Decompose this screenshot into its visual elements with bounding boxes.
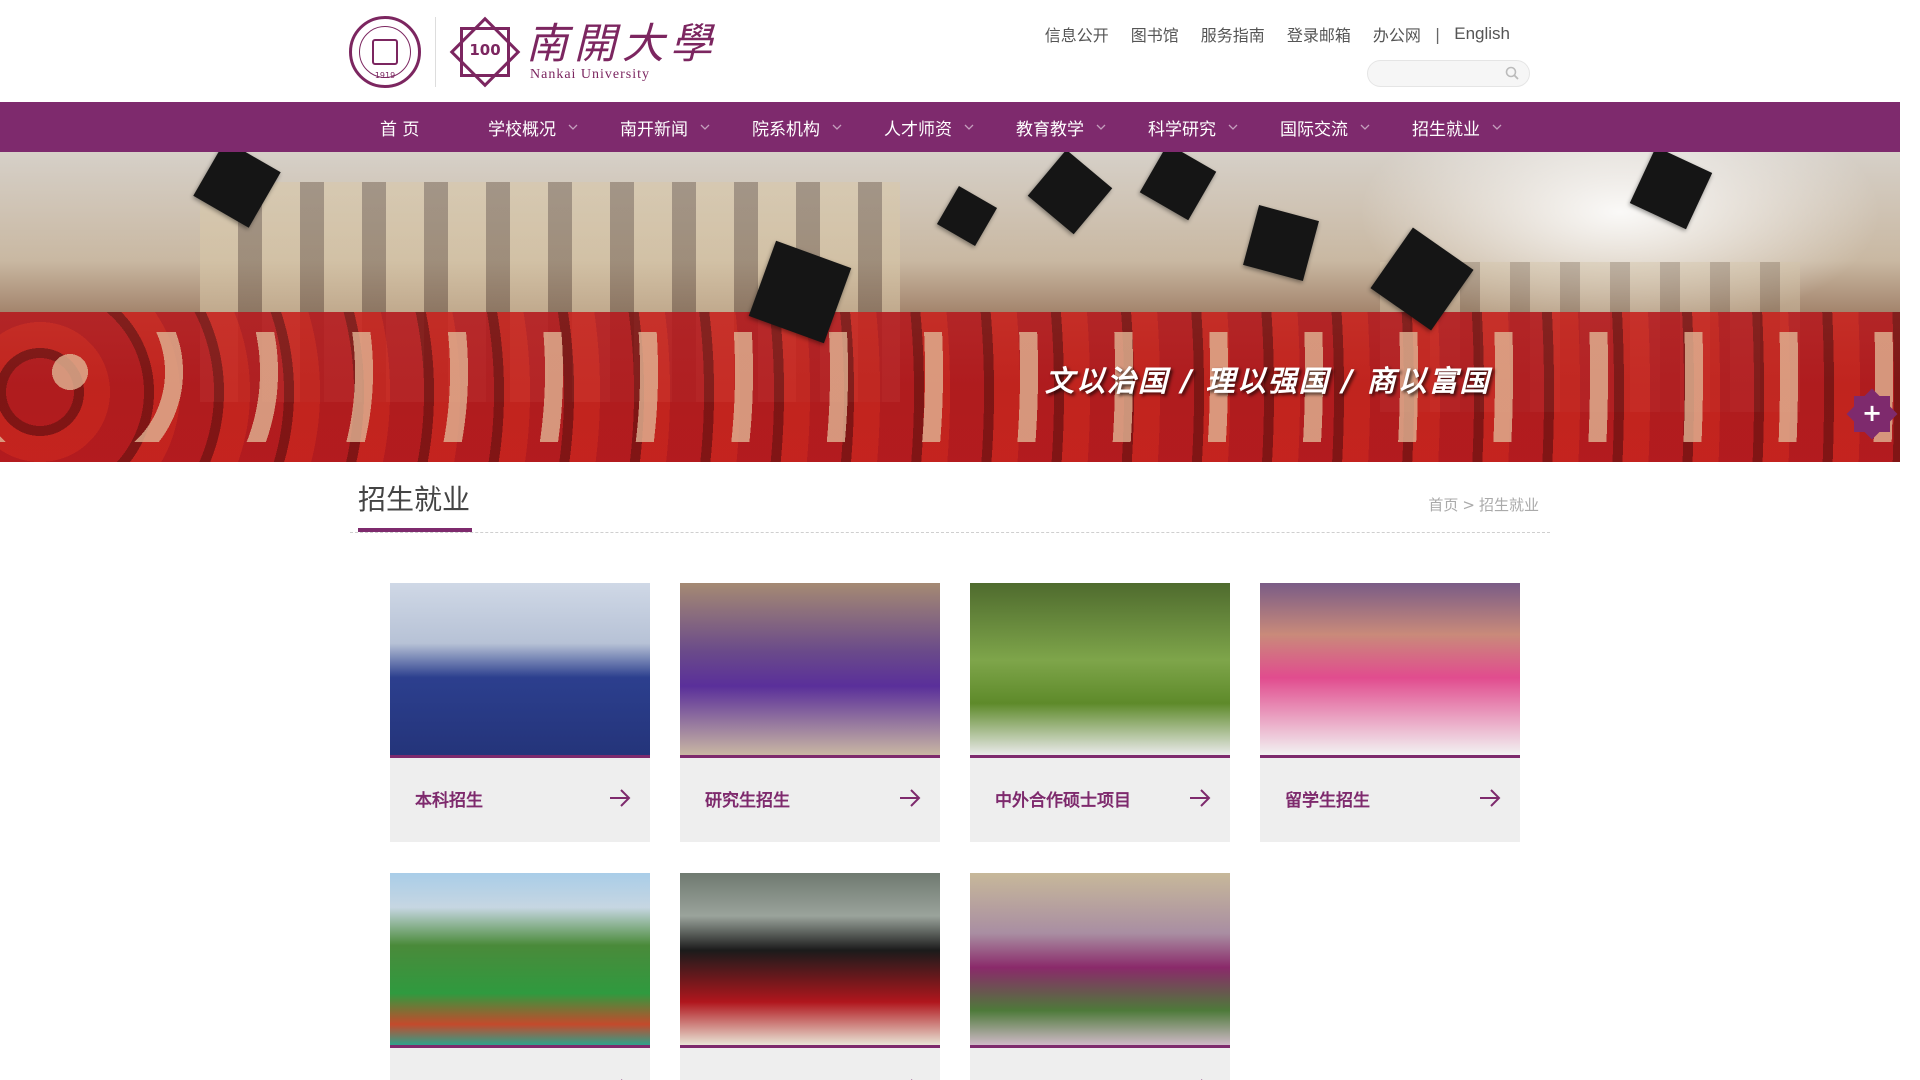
card-photo bbox=[680, 873, 940, 1045]
nav-item-label: 学校概况 bbox=[488, 119, 556, 140]
card-international-students[interactable]: 留学生招生 bbox=[1260, 583, 1520, 842]
card-photo bbox=[680, 583, 940, 755]
breadcrumb-home[interactable]: 首页 bbox=[1428, 496, 1458, 514]
card-photo bbox=[970, 873, 1230, 1045]
card-caption: 远程教育 bbox=[390, 1048, 650, 1080]
card-label: 留学生招生 bbox=[1285, 791, 1370, 811]
nav-item-label: 南开新闻 bbox=[620, 119, 688, 140]
arrow-right-icon[interactable] bbox=[898, 788, 922, 808]
card-photo bbox=[390, 873, 650, 1045]
nav-item-1[interactable]: 学校概况 bbox=[488, 102, 620, 152]
nav-item-label: 院系机构 bbox=[752, 119, 820, 140]
chevron-down-icon bbox=[1096, 124, 1106, 130]
card-continuing-education[interactable]: 继续教育 bbox=[680, 873, 940, 1080]
card-caption: 研究生招生 bbox=[680, 758, 940, 842]
top-links: 信息公开 图书馆 服务指南 登录邮箱 办公网 | English bbox=[1023, 22, 1510, 46]
plus-icon: + bbox=[1861, 399, 1883, 427]
link-email-login[interactable]: 登录邮箱 bbox=[1287, 22, 1351, 46]
site-header: 1919 100 南開大學 Nankai University 信息公开 图书馆… bbox=[0, 0, 1900, 102]
card-undergraduate[interactable]: 本科招生 bbox=[390, 583, 650, 842]
card-employment-info[interactable]: 南开就业信息网 bbox=[970, 873, 1230, 1080]
page-title: 招生就业 bbox=[358, 483, 471, 516]
chevron-down-icon bbox=[964, 124, 974, 130]
nav-item-label: 人才师资 bbox=[884, 119, 952, 140]
banner-slogan: 文以治国 / 理以强国 / 商以富国 bbox=[1045, 364, 1491, 398]
logo-chinese-name: 南開大學 bbox=[526, 19, 719, 68]
card-photo bbox=[1260, 583, 1520, 755]
card-label: 研究生招生 bbox=[705, 791, 790, 811]
arrow-right-icon[interactable] bbox=[1188, 788, 1212, 808]
link-info-disclosure[interactable]: 信息公开 bbox=[1045, 22, 1109, 46]
nav-item-3[interactable]: 院系机构 bbox=[752, 102, 884, 152]
nav-item-7[interactable]: 国际交流 bbox=[1280, 102, 1412, 152]
search-box bbox=[1367, 60, 1530, 87]
card-sino-foreign-master[interactable]: 中外合作硕士项目 bbox=[970, 583, 1230, 842]
card-caption: 南开就业信息网 bbox=[970, 1048, 1230, 1080]
nav-item-label: 招生就业 bbox=[1412, 119, 1480, 140]
graduation-cap-icon bbox=[1139, 152, 1217, 221]
card-distance-education[interactable]: 远程教育 bbox=[390, 873, 650, 1080]
nav-item-0[interactable]: 首 页 bbox=[380, 102, 488, 152]
chevron-down-icon bbox=[832, 124, 842, 130]
graduation-cap-icon bbox=[1629, 152, 1713, 230]
nav-item-6[interactable]: 科学研究 bbox=[1148, 102, 1280, 152]
link-english[interactable]: English bbox=[1454, 24, 1510, 44]
card-label: 远程教育 bbox=[415, 1076, 483, 1080]
links-separator: | bbox=[1434, 24, 1441, 44]
logo-divider bbox=[435, 17, 436, 87]
floating-plus-button[interactable]: + bbox=[1846, 388, 1898, 440]
nav-item-label: 国际交流 bbox=[1280, 119, 1348, 140]
graduation-cap-icon bbox=[1243, 205, 1319, 281]
chevron-down-icon bbox=[1492, 124, 1502, 130]
badge-number: 100 bbox=[469, 41, 501, 59]
nav-item-8[interactable]: 招生就业 bbox=[1412, 102, 1532, 152]
link-service-guide[interactable]: 服务指南 bbox=[1201, 22, 1265, 46]
link-office-network[interactable]: 办公网 bbox=[1373, 22, 1421, 46]
card-caption: 留学生招生 bbox=[1260, 758, 1520, 842]
breadcrumb: 首页 > 招生就业 bbox=[1428, 494, 1539, 515]
card-photo bbox=[390, 583, 650, 755]
nav-item-2[interactable]: 南开新闻 bbox=[620, 102, 752, 152]
card-label: 本科招生 bbox=[415, 791, 483, 811]
graduation-cap-icon bbox=[936, 185, 998, 247]
nav-item-4[interactable]: 人才师资 bbox=[884, 102, 1016, 152]
university-seal-icon: 1919 bbox=[349, 16, 421, 88]
card-caption: 本科招生 bbox=[390, 758, 650, 842]
banner-graduates-faces bbox=[0, 332, 1900, 442]
card-caption: 中外合作硕士项目 bbox=[970, 758, 1230, 842]
search-icon[interactable] bbox=[1505, 66, 1519, 80]
graduation-cap-icon bbox=[1027, 152, 1113, 235]
link-library[interactable]: 图书馆 bbox=[1131, 22, 1179, 46]
card-label: 中外合作硕士项目 bbox=[995, 791, 1131, 811]
card-photo bbox=[970, 583, 1230, 755]
chevron-down-icon bbox=[568, 124, 578, 130]
nav-item-label: 首 页 bbox=[380, 119, 420, 140]
arrow-right-icon[interactable] bbox=[1478, 788, 1502, 808]
card-graduate[interactable]: 研究生招生 bbox=[680, 583, 940, 842]
section-divider bbox=[350, 532, 1550, 533]
logo-wordmark: 南開大學 Nankai University bbox=[526, 21, 718, 83]
main-nav: 首 页 学校概况 南开新闻 院系机构 人才师资 教育教学 科学研究 国际交流 招生就业 bbox=[0, 102, 1900, 152]
breadcrumb-current: 招生就业 bbox=[1478, 496, 1539, 514]
search-input[interactable] bbox=[1378, 61, 1508, 86]
chevron-down-icon bbox=[700, 124, 710, 130]
card-caption: 继续教育 bbox=[680, 1048, 940, 1080]
chevron-down-icon bbox=[1360, 124, 1370, 130]
card-label: 继续教育 bbox=[705, 1076, 773, 1080]
site-logo[interactable]: 1919 100 南開大學 Nankai University bbox=[349, 16, 718, 88]
logo-english-name: Nankai University bbox=[530, 67, 651, 82]
centennial-badge-icon: 100 bbox=[449, 16, 521, 88]
card-label: 南开就业信息网 bbox=[995, 1076, 1114, 1080]
seal-year: 1919 bbox=[374, 71, 396, 80]
hero-banner: 文以治国 / 理以强国 / 商以富国 + bbox=[0, 152, 1900, 462]
nav-item-label: 科学研究 bbox=[1148, 119, 1216, 140]
nav-item-5[interactable]: 教育教学 bbox=[1016, 102, 1148, 152]
chevron-down-icon bbox=[1228, 124, 1238, 130]
breadcrumb-chevron-icon: > bbox=[1462, 496, 1475, 514]
arrow-right-icon[interactable] bbox=[608, 788, 632, 808]
nav-item-label: 教育教学 bbox=[1016, 119, 1084, 140]
